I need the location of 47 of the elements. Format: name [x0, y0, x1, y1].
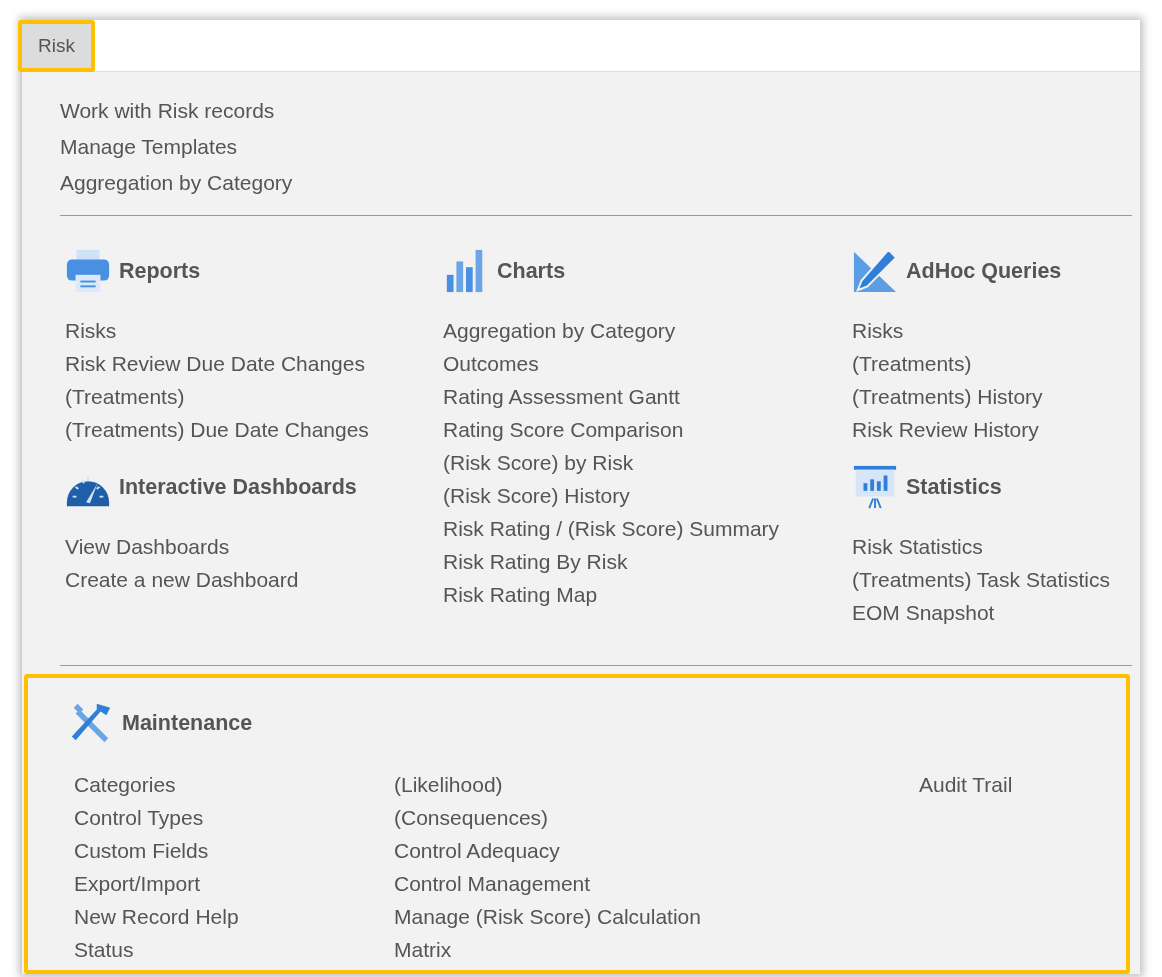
risk-tab[interactable]: Risk	[18, 20, 95, 72]
menu-link[interactable]: Status	[74, 935, 134, 964]
menu-link[interactable]: Audit Trail	[919, 770, 1013, 799]
menu-link[interactable]: (Likelihood)	[394, 770, 503, 799]
menu-link[interactable]: (Consequences)	[394, 803, 549, 832]
menu-link[interactable]: (Risk Score) by Risk	[443, 448, 634, 477]
menu-link[interactable]: Matrix	[394, 935, 452, 964]
menu-link[interactable]: Manage Templates	[60, 132, 238, 161]
menu-link[interactable]: Control Types	[74, 803, 204, 832]
presentation-board-icon	[852, 464, 898, 510]
menu-link[interactable]: Rating Assessment Gantt	[443, 382, 680, 411]
menu-link[interactable]: (Treatments)	[65, 382, 185, 411]
menu-link[interactable]: New Record Help	[74, 902, 239, 931]
menu-link[interactable]: Custom Fields	[74, 836, 209, 865]
menu-link[interactable]: Risk Review History	[852, 415, 1039, 444]
menu-link[interactable]: Create a new Dashboard	[65, 565, 299, 594]
menu-link[interactable]: View Dashboards	[65, 532, 230, 561]
section-heading: Statistics	[906, 474, 1002, 500]
menu-link[interactable]: Risks	[852, 316, 904, 345]
menu-link[interactable]: Control Adequacy	[394, 836, 560, 865]
printer-icon	[65, 248, 111, 294]
menu-link[interactable]: Categories	[74, 770, 176, 799]
menu-link[interactable]: (Treatments)	[852, 349, 972, 378]
menu-link[interactable]: (Risk Score) History	[443, 481, 630, 510]
menu-link[interactable]: Manage (Risk Score) Calculation	[394, 902, 701, 931]
menu-link[interactable]: (Treatments) Task Statistics	[852, 565, 1110, 594]
section-heading: Reports	[119, 258, 201, 284]
menu-link[interactable]: Risk Rating / (Risk Score) Summary	[443, 514, 780, 543]
section-heading: Interactive Dashboards	[119, 474, 357, 500]
menu-link[interactable]: EOM Snapshot	[852, 598, 995, 627]
section-heading: Maintenance	[122, 710, 253, 736]
section-heading: AdHoc Queries	[906, 258, 1062, 284]
menu-link[interactable]: Risks	[65, 316, 117, 345]
menu-link[interactable]: Aggregation by Category	[443, 316, 676, 345]
menu-link[interactable]: Risk Statistics	[852, 532, 983, 561]
menu-link[interactable]: Control Management	[394, 869, 591, 898]
menu-link[interactable]: (Treatments) Due Date Changes	[65, 415, 369, 444]
menu-link[interactable]: Export/Import	[74, 869, 201, 898]
menu-link[interactable]: Risk Review Due Date Changes	[65, 349, 365, 378]
menu-link[interactable]: Outcomes	[443, 349, 539, 378]
menu-link[interactable]: (Treatments) History	[852, 382, 1043, 411]
section-heading: Charts	[497, 258, 566, 284]
menu-link[interactable]: Aggregation by Category	[60, 168, 293, 197]
menu-link[interactable]: Rating Score Comparison	[443, 415, 684, 444]
menu-link[interactable]: Work with Risk records	[60, 96, 275, 125]
menu-link[interactable]: Risk Rating Map	[443, 580, 598, 609]
menu-link[interactable]: Risk Rating By Risk	[443, 547, 628, 576]
